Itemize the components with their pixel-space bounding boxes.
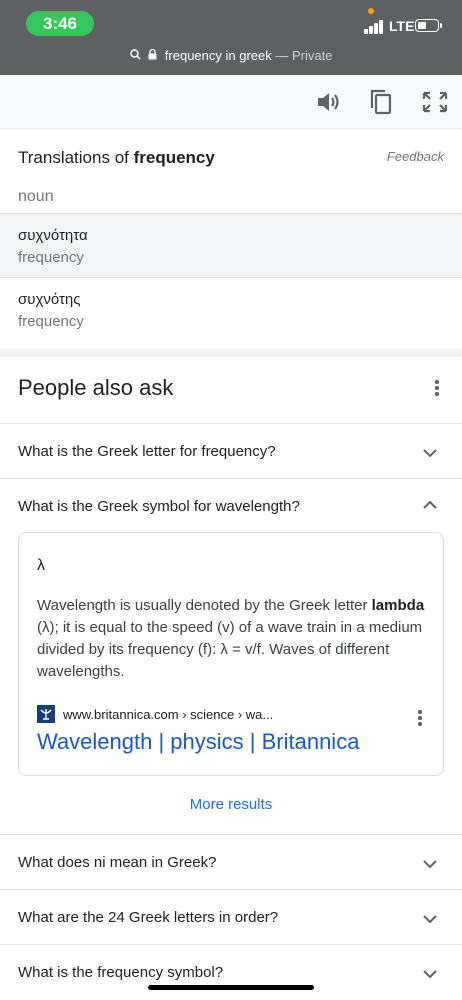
translation-row[interactable]: συχνότητα frequency	[0, 213, 462, 277]
question-text: What is the Greek symbol for wavelength?	[18, 498, 300, 515]
translations-title: Translations of frequency	[18, 148, 444, 168]
translation-meaning: frequency	[18, 249, 84, 266]
translation-word: συχνότης	[18, 291, 81, 308]
signal-icon	[364, 20, 384, 34]
copy-icon[interactable]	[367, 89, 395, 115]
people-also-ask-title: People also ask	[18, 375, 174, 400]
question-text: What is the Greek letter for frequency?	[18, 443, 276, 460]
source-title-link[interactable]: Wavelength | physics | Britannica	[37, 729, 359, 755]
question-row[interactable]: What is the frequency symbol?	[0, 944, 462, 999]
battery-icon	[415, 19, 442, 32]
chevron-down-icon	[423, 966, 437, 979]
question-row[interactable]: What are the 24 Greek letters in order?	[0, 889, 462, 944]
answer-text-start: Wavelength is usually denoted by the Gre…	[37, 597, 372, 614]
answer-card: λ Wavelength is usually denoted by the G…	[18, 532, 444, 776]
private-label: — Private	[275, 48, 333, 63]
url-query: frequency in greek	[164, 48, 272, 63]
chevron-down-icon	[423, 856, 437, 869]
chevron-up-icon	[423, 497, 437, 509]
answer-text-bold: lambda	[371, 597, 425, 614]
translations-header: Translations of frequency Feedback	[18, 148, 444, 168]
translation-word: συχνότητα	[18, 227, 88, 244]
chevron-down-icon	[423, 445, 437, 458]
feedback-link[interactable]: Feedback	[387, 149, 444, 164]
question-row-expanded[interactable]: What is the Greek symbol for wavelength?	[0, 478, 462, 533]
home-indicator[interactable]	[148, 985, 314, 990]
lock-icon	[148, 48, 157, 63]
address-bar[interactable]: frequency in greek — Private	[0, 48, 462, 63]
section-divider	[0, 349, 462, 357]
more-results-link[interactable]: More results	[0, 796, 462, 813]
browser-top-bar: 3:46 LTE frequency in greek — Private	[0, 0, 462, 75]
source-url[interactable]: www.britannica.com › science › wa...	[63, 707, 273, 722]
network-label: LTE	[389, 18, 415, 34]
translation-row[interactable]: συχνότης frequency	[0, 277, 462, 341]
fullscreen-icon[interactable]	[421, 89, 449, 115]
question-text: What is the frequency symbol?	[18, 964, 224, 981]
answer-snippet: Wavelength is usually denoted by the Gre…	[37, 595, 429, 683]
britannica-favicon-icon	[37, 705, 55, 723]
answer-text-end: (λ); it is equal to the speed (v) of a w…	[37, 619, 423, 680]
question-text: What are the 24 Greek letters in order?	[18, 909, 279, 926]
chevron-down-icon	[423, 911, 437, 924]
search-icon	[129, 49, 141, 63]
source-more-options-icon[interactable]	[418, 710, 422, 726]
translations-title-word: frequency	[133, 148, 215, 167]
translations-title-prefix: Translations of	[18, 148, 134, 167]
more-options-icon[interactable]	[435, 380, 439, 396]
speaker-icon[interactable]	[315, 89, 343, 115]
status-time: 3:46	[26, 11, 94, 36]
question-text: What does ni mean in Greek?	[18, 854, 217, 871]
part-of-speech: noun	[18, 188, 54, 205]
translate-action-bar	[0, 75, 462, 129]
translation-meaning: frequency	[18, 313, 84, 330]
mic-indicator-dot	[368, 8, 374, 14]
question-row[interactable]: What does ni mean in Greek?	[0, 834, 462, 889]
question-row[interactable]: What is the Greek letter for frequency?	[0, 423, 462, 478]
answer-symbol: λ	[37, 557, 45, 574]
